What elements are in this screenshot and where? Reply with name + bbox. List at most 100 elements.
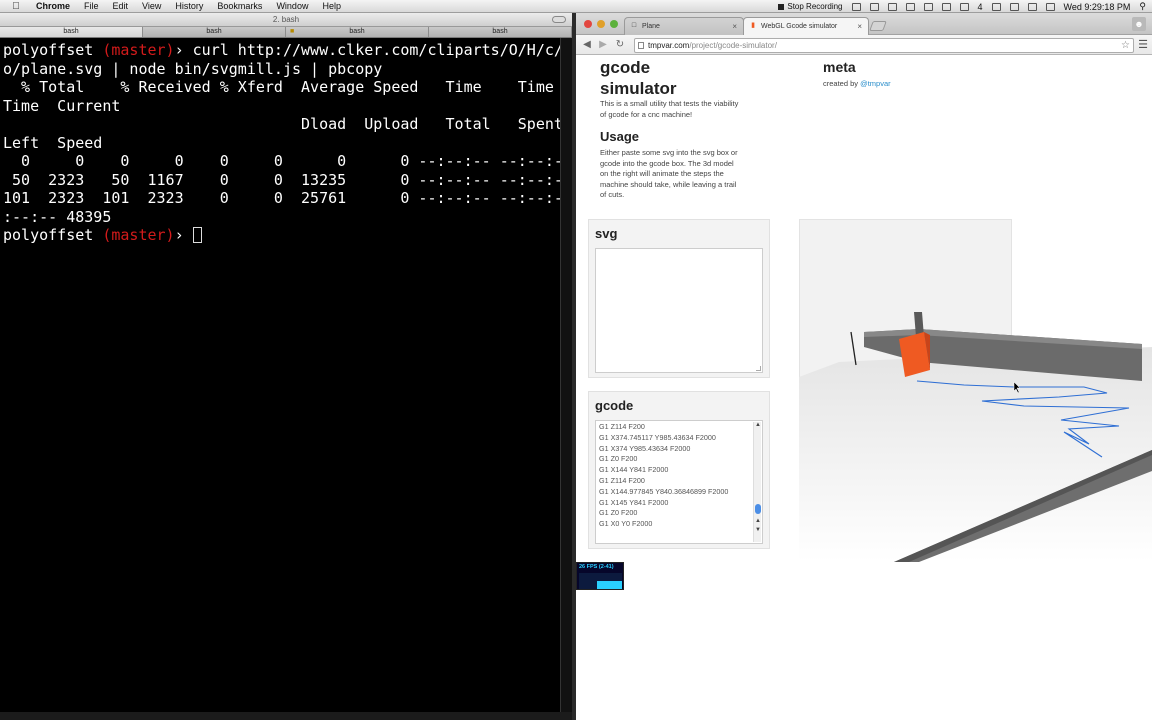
scroll-up-icon[interactable]: ▲ [754,422,762,429]
minimize-window-button[interactable] [597,20,605,28]
zoom-window-button[interactable] [610,20,618,28]
browser-tab-plane[interactable]: □ Plane × [624,17,744,35]
fps-graph [579,573,622,589]
sync-icon[interactable] [905,2,915,11]
menu-window[interactable]: Window [276,1,308,11]
gcode-label: gcode [595,398,634,413]
gcode-line: G1 Z114 F200 [599,475,645,485]
scroll-thumb[interactable] [755,504,761,514]
terminal-tab-2[interactable]: bash [143,27,286,37]
output-line: % Total % Received % Xferd Average Speed… [3,78,554,96]
browser-window: □ Plane × ▮ WebGL Gcode simulator × ☻ ◀ … [576,13,1152,720]
gcode-line: G1 Z0 F200 [599,508,638,518]
svg-input[interactable] [595,248,763,373]
fps-stats-widget[interactable]: 26 FPS (2-41) [576,562,624,590]
prompt-symbol: › [174,226,184,244]
gcode-line: G1 X145 Y841 F2000 [599,497,669,507]
gcode-icon: ▮ [751,22,755,29]
forward-arrow-icon[interactable]: ▶ [596,38,610,52]
gcode-line: G1 Z114 F200 [599,422,645,431]
browser-tab-strip: □ Plane × ▮ WebGL Gcode simulator × ☻ [576,13,1152,35]
page-title: gcode simulator [600,58,677,98]
apple-menu-icon[interactable]:  [10,1,22,12]
prompt-branch: (master) [102,41,175,59]
wifi-icon[interactable] [1009,2,1019,11]
menu-extras: Stop Recording 4 Wed 9:29:18 PM ⚲ [778,0,1146,13]
status-badge[interactable]: 4 [978,2,983,12]
gcode-input[interactable]: G1 Z114 F200 G1 X374.745117 Y985.43634 F2… [595,420,763,544]
browser-tab-label: WebGL Gcode simulator [761,23,838,30]
terminal-scrollbar[interactable] [560,38,572,720]
close-tab-icon[interactable]: × [732,18,737,35]
twitter-icon[interactable] [887,2,897,11]
output-line: :--:-- 48395 [3,207,112,226]
page-icon: □ [631,22,637,29]
menu-bookmarks[interactable]: Bookmarks [217,1,262,11]
gcode-line: G1 X0 Y0 F2000 [599,519,653,529]
terminal-tab-3[interactable]: ■ bash [286,27,429,37]
terminal-title: 2. bash [272,15,300,24]
browser-tab-label: Plane [642,23,660,30]
usage-text: Either paste some svg into the svg box o… [600,148,738,200]
gcode-scrollbar[interactable]: ▲ ▲ ▼ [753,422,761,542]
menu-edit[interactable]: Edit [113,1,129,11]
menu-help[interactable]: Help [322,1,341,11]
profile-icon[interactable]: ☻ [1132,17,1146,31]
dropbox-icon[interactable] [869,2,879,11]
scroll-down-icon[interactable]: ▼ [754,527,762,534]
menu-bar:  Chrome File Edit View History Bookmark… [0,0,1152,13]
new-tab-button[interactable] [869,21,887,31]
terminal-tab-4[interactable]: bash [429,27,572,37]
terminal-cursor [192,227,202,243]
gcode-line: G1 Z0 F200 [599,454,638,464]
clipboard-icon[interactable] [923,2,933,11]
menu-file[interactable]: File [84,1,99,11]
terminal-output[interactable]: polyoffset (master)› curl http://www.clk… [3,41,599,245]
volume-icon[interactable] [1027,2,1037,11]
address-bar[interactable]: tmpvar.com/project/gcode-simulator/ ☆ [634,38,1134,53]
gcode-lines: G1 Z114 F200 G1 X374.745117 Y985.43634 F2… [599,422,728,530]
scroll-up-icon[interactable]: ▲ [754,518,762,525]
output-line: 0 0 0 0 0 0 0 0 --:--:-- --:--:-- -- [3,152,600,170]
stop-recording-label: Stop Recording [787,2,843,11]
prompt-symbol: › [174,41,184,59]
browser-toolbar: ◀ ▶ ↻ tmpvar.com/project/gcode-simulator… [576,35,1152,55]
time-machine-icon[interactable] [941,2,951,11]
terminal-bottom-bar [0,712,572,720]
page-description: This is a small utility that tests the v… [600,99,739,119]
keyboard-icon[interactable] [991,2,1001,11]
simulator-3d-scene[interactable] [799,219,1152,562]
chrome-menu-icon[interactable]: ☰ [1138,38,1148,52]
reload-icon[interactable]: ↻ [613,38,627,52]
browser-tab-gcode-simulator[interactable]: ▮ WebGL Gcode simulator × [743,17,869,35]
url-host: tmpvar.com [648,41,690,50]
menu-view[interactable]: View [142,1,161,11]
toolbar-toggle-button[interactable] [552,16,566,23]
battery-icon[interactable] [1045,2,1055,11]
terminal-tab-3-label: bash [349,28,365,35]
fps-text: 26 FPS (2-41) [579,564,614,570]
output-line: 50 2323 50 1167 0 0 13235 0 --:--:-- --:… [3,170,600,189]
meta-heading: meta [823,59,856,75]
url-path: /project/gcode-simulator/ [689,41,777,50]
stop-recording-button[interactable]: Stop Recording [778,2,843,11]
bluetooth-icon[interactable] [959,2,969,11]
back-arrow-icon[interactable]: ◀ [580,38,594,52]
terminal-tab-1[interactable]: bash [0,27,143,37]
svg-panel: svg [588,219,770,378]
menu-clock[interactable]: Wed 9:29:18 PM [1064,2,1131,12]
bookmark-star-icon[interactable]: ☆ [1121,39,1130,52]
author-link[interactable]: @tmpvar [860,79,891,88]
close-tab-icon[interactable]: × [857,18,862,35]
menu-history[interactable]: History [175,1,203,11]
spotlight-search-icon[interactable]: ⚲ [1139,1,1146,12]
close-window-button[interactable] [584,20,592,28]
page-info-icon[interactable] [638,42,644,49]
terminal-titlebar[interactable]: 2. bash [0,13,572,27]
lock-icon: ■ [290,28,295,35]
prompt-dir: polyoffset [3,41,94,59]
command-text-line1: curl http://www.clker.com/cliparts/O/H/c… [183,41,600,59]
resize-grip-icon[interactable] [756,366,761,371]
app-menu-chrome[interactable]: Chrome [36,1,70,11]
monitor-icon[interactable] [851,2,861,11]
